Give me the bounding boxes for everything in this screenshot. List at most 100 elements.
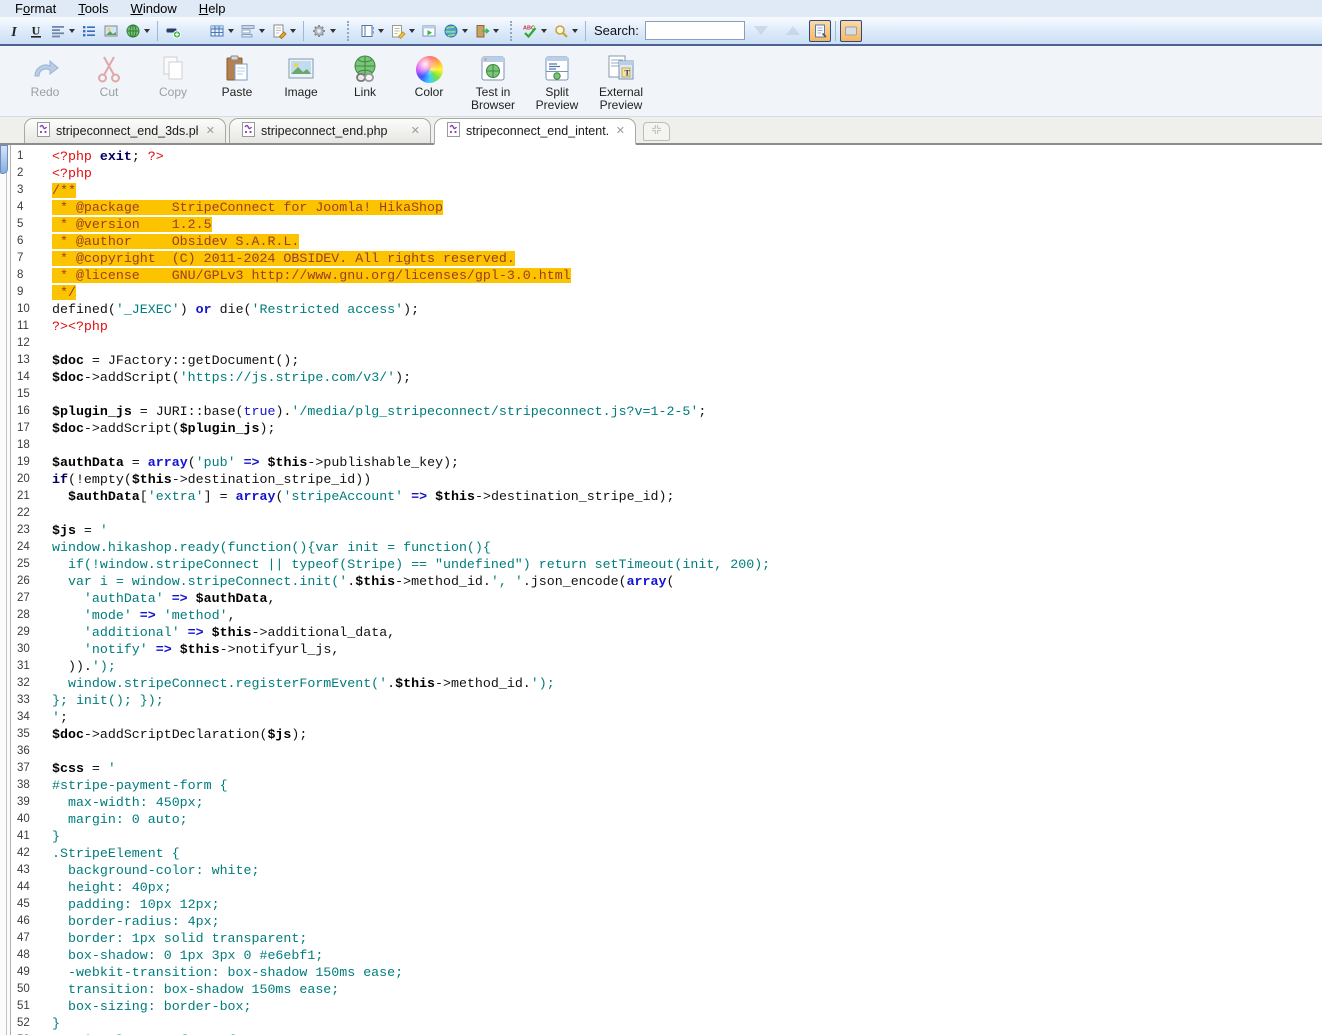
settings-button[interactable]: [308, 20, 339, 42]
code-line: box-sizing: border-box;: [52, 998, 1322, 1015]
code-text-area[interactable]: <?php exit; ?><?php/** * @package Stripe…: [52, 145, 1322, 1035]
notes-button[interactable]: [387, 20, 418, 42]
external-preview-icon: T: [605, 52, 637, 86]
test-in-browser-button[interactable]: Test in Browser: [461, 46, 525, 112]
browser-button[interactable]: [440, 20, 471, 42]
line-number: 8: [11, 267, 52, 284]
list-button[interactable]: [78, 20, 100, 42]
open-window-button[interactable]: [418, 20, 440, 42]
close-icon[interactable]: ✕: [204, 124, 217, 139]
menu-item-tools[interactable]: Tools: [67, 0, 119, 17]
align-icon: [50, 23, 66, 39]
code-line: * @copyright (C) 2011-2024 OBSIDEV. All …: [52, 250, 1322, 267]
insert-table-button[interactable]: [206, 20, 237, 42]
cut-icon: [93, 52, 125, 86]
insert-rule-button[interactable]: [162, 20, 184, 42]
line-number: 14: [11, 369, 52, 386]
image-button[interactable]: Image: [269, 46, 333, 99]
edit-document-button[interactable]: [268, 20, 299, 42]
svg-text:I: I: [10, 25, 17, 39]
splitter-grab-handle[interactable]: [0, 145, 8, 174]
line-number: 36: [11, 743, 52, 760]
split-preview-button[interactable]: Split Preview: [525, 46, 589, 112]
tab-stripeconnect_end_3ds.php[interactable]: stripeconnect_end_3ds.php✕: [24, 118, 226, 143]
code-line: * @author Obsidev S.A.R.L.: [52, 233, 1322, 250]
italic-button[interactable]: I: [3, 20, 25, 42]
menu-item-format[interactable]: Format: [4, 0, 67, 17]
menu-item-window[interactable]: Window: [120, 0, 188, 17]
spellcheck-icon: ABC: [522, 23, 538, 39]
chevron-down-icon: [144, 29, 150, 33]
toolbar-separator: [157, 21, 158, 41]
spellcheck-button[interactable]: ABC: [519, 20, 550, 42]
main-toolbar: RedoCutCopyPasteImageLinkColorTest in Br…: [0, 46, 1322, 117]
search-input[interactable]: [645, 21, 745, 40]
line-number: 39: [11, 794, 52, 811]
line-number: 33: [11, 692, 52, 709]
menu-item-help[interactable]: Help: [188, 0, 237, 17]
toolbar-button-label: Image: [284, 86, 317, 99]
code-line: -webkit-transition: box-shadow 150ms eas…: [52, 964, 1322, 981]
code-line: )).');: [52, 658, 1322, 675]
tab-stripeconnect_end_intent.php[interactable]: stripeconnect_end_intent.php✕: [434, 118, 636, 145]
paste-button[interactable]: Paste: [205, 46, 269, 99]
toolbar-grip-handle[interactable]: [347, 21, 350, 41]
menu-bar: FormatToolsWindowHelp: [0, 0, 1322, 17]
search-label: Search:: [594, 23, 639, 38]
line-number: 22: [11, 505, 52, 522]
code-line: 'authData' => $authData,: [52, 590, 1322, 607]
collapsed-panel-splitter[interactable]: [0, 145, 11, 1035]
code-line: window.hikashop.ready(function(){var ini…: [52, 539, 1322, 556]
close-icon[interactable]: ✕: [614, 124, 627, 139]
toolbar-button-label: Link: [354, 86, 376, 99]
code-line: border: 1px solid transparent;: [52, 930, 1322, 947]
search-prev-button[interactable]: [777, 20, 809, 42]
export-button[interactable]: [471, 20, 502, 42]
line-number: 37: [11, 760, 52, 777]
splitter-line: [6, 145, 7, 1035]
highlight-results-toggle[interactable]: [809, 20, 831, 42]
insert-image-button[interactable]: [100, 20, 122, 42]
results-panel-toggle[interactable]: [840, 20, 862, 42]
form-icon: [240, 23, 256, 39]
color-button[interactable]: Color: [397, 46, 461, 99]
line-number: 4: [11, 199, 52, 216]
chevron-down-icon: [69, 29, 75, 33]
close-icon[interactable]: ✕: [409, 124, 422, 139]
underline-button[interactable]: U: [25, 20, 47, 42]
code-line: defined('_JEXEC') or die('Restricted acc…: [52, 301, 1322, 318]
php-file-icon: [37, 122, 50, 140]
line-number: 12: [11, 335, 52, 352]
insert-form-button[interactable]: [237, 20, 268, 42]
media-icon: [125, 23, 141, 39]
toolbar-separator: [585, 21, 586, 41]
chevron-down-icon: [228, 29, 234, 33]
code-line: * @license GNU/GPLv3 http://www.gnu.org/…: [52, 267, 1322, 284]
find-button[interactable]: [550, 20, 581, 42]
line-number-gutter: 1234567891011121314151617181920212223242…: [11, 145, 52, 1035]
code-line: var i = window.stripeConnect.init('.$thi…: [52, 573, 1322, 590]
external-preview-button[interactable]: TExternal Preview: [589, 46, 653, 112]
code-editor[interactable]: 1234567891011121314151617181920212223242…: [0, 145, 1322, 1035]
code-line: window.stripeConnect.registerFormEvent('…: [52, 675, 1322, 692]
code-line: .StripeElement {: [52, 845, 1322, 862]
snippets-button[interactable]: [356, 20, 387, 42]
list-icon: [81, 23, 97, 39]
code-line: [52, 386, 1322, 403]
tab-stripeconnect_end.php[interactable]: stripeconnect_end.php✕: [229, 118, 431, 143]
line-number: 10: [11, 301, 52, 318]
link-button[interactable]: Link: [333, 46, 397, 99]
toolbar-grip-handle[interactable]: [510, 21, 513, 41]
line-number: 24: [11, 539, 52, 556]
code-line: */: [52, 284, 1322, 301]
align-button[interactable]: [47, 20, 78, 42]
image-large-icon: [285, 52, 317, 86]
code-line: $authData['extra'] = array('stripeAccoun…: [52, 488, 1322, 505]
color-picker-button[interactable]: [184, 20, 206, 42]
toolbar-button-label: Cut: [100, 86, 119, 99]
line-number: 40: [11, 811, 52, 828]
new-tab-button[interactable]: [643, 122, 670, 141]
insert-media-button[interactable]: [122, 20, 153, 42]
line-number: 19: [11, 454, 52, 471]
search-next-button[interactable]: [745, 20, 777, 42]
